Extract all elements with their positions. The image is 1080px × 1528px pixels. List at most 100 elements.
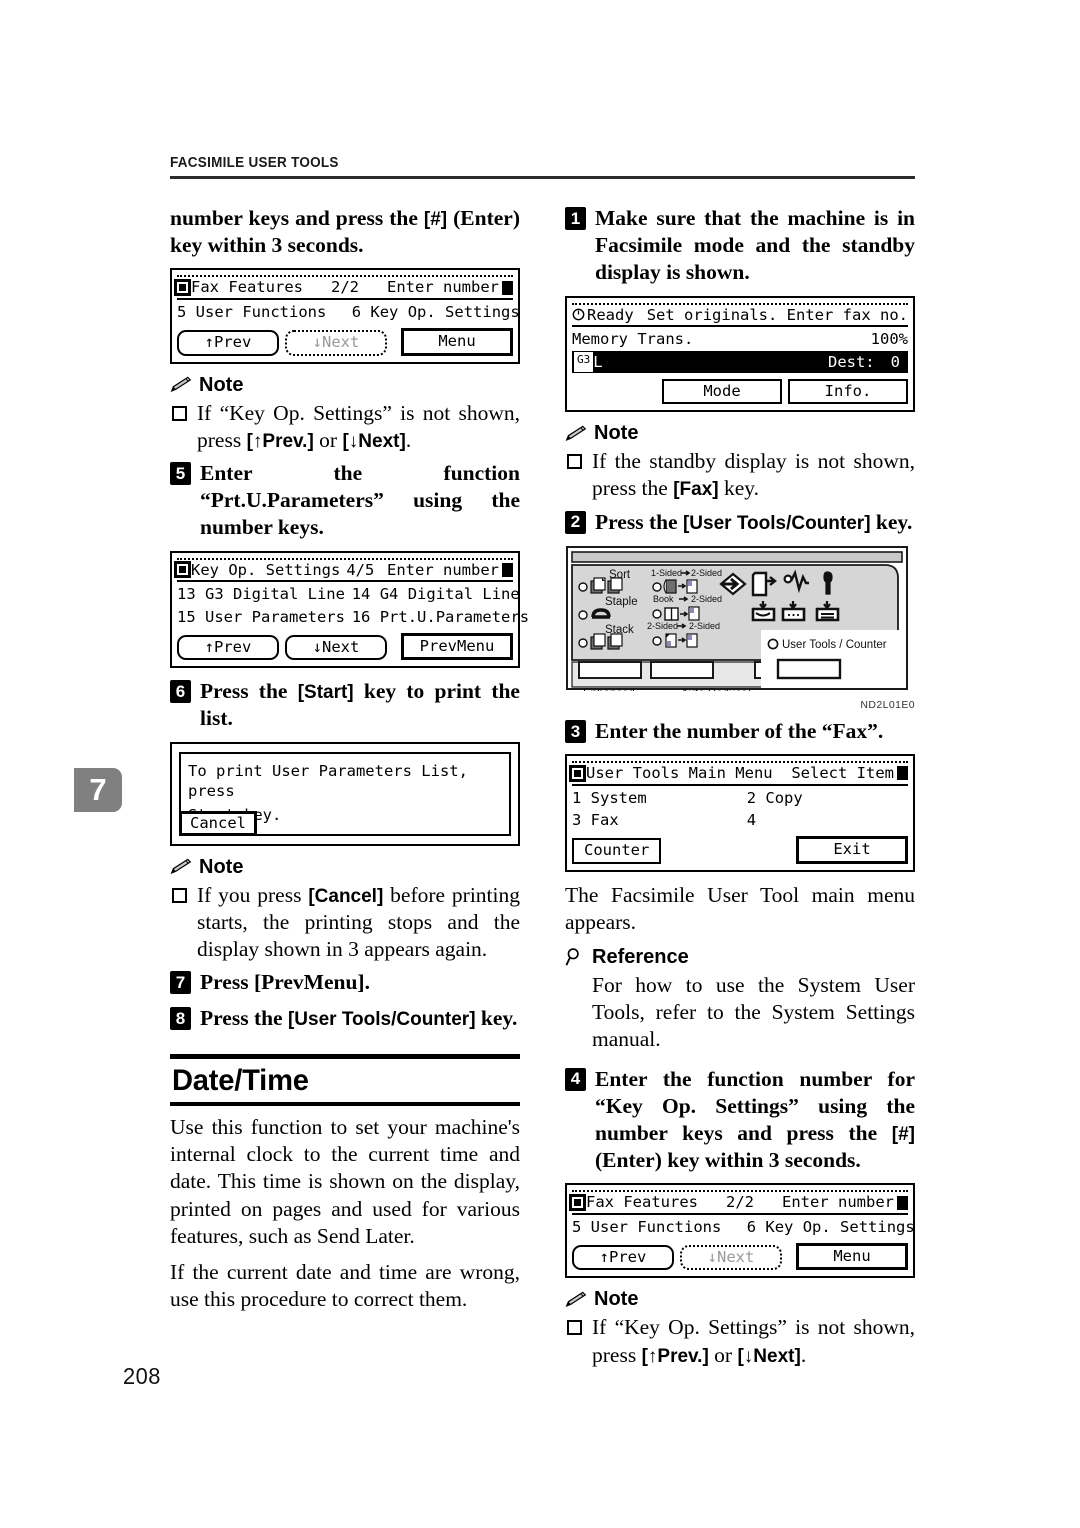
lcd-line-suffix: L	[593, 352, 603, 371]
label-2sided-b: 2-Sided	[691, 594, 722, 604]
section-paragraph-2: If the current date and time are wrong, …	[170, 1259, 520, 1312]
lcd-prev-button[interactable]: ↑Prev	[177, 635, 279, 661]
lcd-line-spacer	[603, 352, 828, 372]
lcd-mode-marker-icon	[177, 564, 188, 576]
lcd-item-16[interactable]: 16 Prt.U.Parameters	[352, 607, 529, 627]
step-7-number: 7	[170, 971, 191, 995]
lcd-item-left[interactable]: 5 User Functions	[177, 302, 352, 322]
note-heading: Note	[565, 1288, 915, 1311]
lcd-menu-button[interactable]: Menu	[796, 1243, 908, 1271]
note-bullet: If the standby display is not shown, pre…	[565, 448, 915, 502]
lcd-fax-features-2: Fax Features 2/2 Enter number 5 User Fun…	[565, 1183, 915, 1279]
step-5: 5 Enter the function “Prt.U.Parameters” …	[170, 460, 520, 542]
lcd-item-right[interactable]: 6 Key Op. Settings	[747, 1217, 915, 1237]
lcd-title: Key Op. Settings	[191, 560, 341, 579]
g3-line-badge: G3	[574, 351, 594, 373]
step-1-number: 1	[565, 207, 586, 230]
step-7: 7 Press [PrevMenu].	[170, 969, 520, 996]
lcd-user-tools-main-menu: User Tools Main Menu Select Item 1 Syste…	[565, 753, 915, 872]
lcd-title: Fax Features	[191, 278, 303, 297]
lcd-button-row: Counter Exit	[572, 836, 908, 864]
lcd-item-4[interactable]: 4	[747, 810, 908, 830]
lcd-item-right[interactable]: 6 Key Op. Settings	[352, 302, 520, 322]
note-label: Note	[594, 1288, 639, 1311]
lcd-item-14[interactable]: 14 G4 Digital Line	[352, 584, 520, 604]
left-column: number keys and press the [#] (Enter) ke…	[170, 205, 529, 1322]
next-key-cap: [↓Next]	[737, 1345, 801, 1367]
hash-key-cap: [#]	[891, 1123, 915, 1145]
bullet-square-icon	[567, 1320, 582, 1336]
note-text-a: If you press	[197, 882, 309, 907]
lcd-button-row: ↑Prev ↓Next Menu	[572, 1243, 908, 1271]
lcd-mode-button[interactable]: Mode	[662, 379, 782, 405]
chapter-tab-number: 7	[89, 772, 107, 807]
lcd-next-button[interactable]: ↓Next	[285, 635, 387, 661]
lcd-status-text: Ready	[587, 305, 634, 324]
magnifier-icon	[565, 948, 579, 967]
lcd-item-fax[interactable]: 3 Fax	[572, 810, 747, 830]
lcd-item-system[interactable]: 1 System	[572, 788, 747, 808]
step-6-text-a: Press the	[200, 679, 298, 704]
step-4-number: 4	[565, 1067, 586, 1091]
lcd-fax-features: Fax Features 2/2 Enter number 5 User Fun…	[170, 268, 520, 364]
lcd-exit-button[interactable]: Exit	[796, 836, 908, 864]
step-8-text-a: Press the	[200, 1006, 288, 1031]
pencil-icon	[170, 376, 192, 393]
note-label: Note	[199, 373, 244, 396]
right-column: 1 Make sure that the machine is in Facsi…	[565, 205, 915, 1375]
bullet-square-icon	[172, 405, 187, 421]
lcd-button-row: ↑Prev ↓Next PrevMenu	[177, 633, 513, 661]
lcd-item-copy[interactable]: 2 Copy	[747, 788, 908, 808]
lcd-next-button[interactable]: ↓Next	[285, 330, 387, 356]
operator-panel-svg: Sort Staple Stack 1-Sided 2-Sided Book 2…	[566, 545, 908, 703]
note-text-b: or	[313, 427, 343, 452]
step-2: 2 Press the [User Tools/Counter] key.	[565, 509, 915, 536]
step-8: 8 Press the [User Tools/Counter] key.	[170, 1005, 520, 1032]
ready-clock-icon	[572, 308, 585, 321]
lcd-scroll-indicator-icon	[502, 280, 513, 295]
step-8-text-b: key.	[475, 1006, 518, 1031]
lcd-item-row: 5 User Functions 6 Key Op. Settings	[177, 300, 520, 322]
lcd-next-button[interactable]: ↓Next	[680, 1245, 782, 1271]
lcd-transmission-mode: Memory Trans.	[572, 330, 694, 349]
step-5-number: 5	[170, 461, 191, 485]
prev-key-cap: [↑Prev.]	[641, 1345, 709, 1367]
lcd-dest-pad	[900, 352, 906, 372]
lcd-item-13[interactable]: 13 G3 Digital Line	[177, 584, 352, 604]
step-1: 1 Make sure that the machine is in Facsi…	[565, 205, 915, 287]
lcd-item-15[interactable]: 15 User Parameters	[177, 607, 352, 627]
note-text-c: .	[800, 1342, 807, 1367]
lcd-title-row: User Tools Main Menu Select Item	[572, 760, 908, 786]
step-6-number: 6	[170, 680, 191, 704]
section-heading: Date/Time	[170, 1054, 520, 1106]
step-2-number: 2	[565, 510, 586, 534]
lcd-prev-button[interactable]: ↑Prev	[572, 1245, 674, 1271]
lcd-prevmenu-button[interactable]: PrevMenu	[401, 633, 513, 661]
lcd-cancel-button[interactable]: Cancel	[179, 810, 257, 836]
lcd-title-row: Fax Features 2/2 Enter number	[572, 1190, 908, 1215]
lcd-button-row: Mode Info.	[572, 379, 908, 405]
continued-step-text-1: number keys and press the	[170, 206, 424, 230]
note-text-b: or	[708, 1342, 738, 1367]
start-key-cap: [Start]	[297, 682, 354, 704]
lcd-item-row-2: 3 Fax 4	[572, 808, 908, 830]
lcd-info-button[interactable]: Info.	[788, 379, 908, 405]
cancel-key-cap: [Cancel]	[308, 885, 384, 907]
lcd-counter-button[interactable]: Counter	[572, 838, 662, 864]
step-5-text: Enter the function “Prt.U.Parameters” us…	[200, 460, 520, 540]
lcd-menu-button[interactable]: Menu	[401, 328, 513, 356]
reference-text: For how to use the System User Tools, re…	[592, 972, 915, 1052]
step-3-number: 3	[565, 719, 586, 743]
note-heading: Note	[170, 856, 520, 879]
lcd-memory-row: Memory Trans. 100%	[572, 327, 908, 349]
user-tools-counter-key-cap: [User Tools/Counter]	[682, 512, 871, 534]
lcd-scroll-indicator-icon	[897, 766, 908, 781]
lcd-key-op-settings: Key Op. Settings 4/5 Enter number 13 G3 …	[170, 550, 529, 669]
lcd-item-left[interactable]: 5 User Functions	[572, 1217, 747, 1237]
lcd-prev-button[interactable]: ↑Prev	[177, 330, 279, 356]
lcd-dialog-box: To print User Parameters List, press Sta…	[179, 751, 511, 836]
label-2sided-d: 2-Sided	[689, 621, 720, 631]
lcd-title: Fax Features	[586, 1193, 698, 1212]
pencil-icon	[170, 858, 192, 875]
lcd-button-row: ↑Prev ↓Next Menu	[177, 328, 513, 356]
